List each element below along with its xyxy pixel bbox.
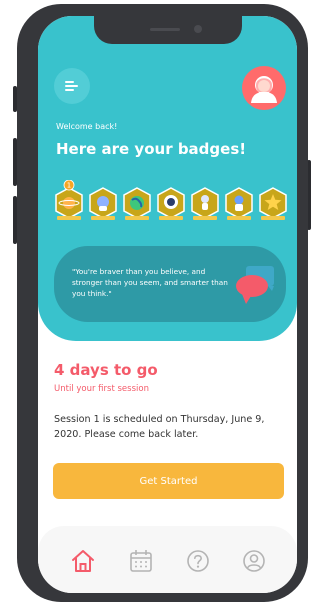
home-icon xyxy=(72,550,94,572)
menu-icon-line xyxy=(65,89,74,91)
menu-button[interactable] xyxy=(54,68,90,104)
nav-profile[interactable] xyxy=(241,548,267,574)
welcome-text: Welcome back! xyxy=(56,122,118,131)
help-icon xyxy=(187,550,209,572)
badge-row: 1 xyxy=(54,179,288,224)
nav-help[interactable] xyxy=(185,548,211,574)
countdown-subtitle: Until your first session xyxy=(54,384,149,394)
quote-text: "You're braver than you believe, and str… xyxy=(72,267,228,298)
svg-text:1: 1 xyxy=(67,182,71,190)
session-schedule-text: Session 1 is scheduled on Thursday, June… xyxy=(54,414,265,440)
badge-astronaut-walk xyxy=(191,187,219,220)
menu-icon-line xyxy=(65,85,78,87)
badges-strip: 1 xyxy=(55,179,287,220)
badge-astronaut xyxy=(89,187,117,220)
countdown-title: 4 days to go xyxy=(54,361,158,379)
page-title: Here are your badges! xyxy=(56,140,247,158)
nav-calendar[interactable] xyxy=(128,548,154,574)
user-avatar-icon xyxy=(251,76,277,103)
planet-badge-icon xyxy=(63,197,75,209)
profile-icon xyxy=(243,550,265,572)
chat-bubbles-icon xyxy=(236,266,274,304)
nav-home[interactable] xyxy=(70,548,96,574)
badge-notification: 1 xyxy=(63,179,75,191)
phone-notch xyxy=(94,16,242,44)
quote-card: "You're braver than you believe, and str… xyxy=(54,246,286,322)
menu-icon xyxy=(65,81,74,83)
app-screen: Welcome back! Here are your badges! 1 "Y… xyxy=(38,16,297,593)
bottom-nav xyxy=(38,526,297,593)
astronaut-walk-badge-icon xyxy=(201,195,209,203)
calendar-icon xyxy=(130,550,152,572)
spaceman-badge-icon xyxy=(234,195,244,205)
front-camera xyxy=(194,25,202,33)
badge-astronaut-face xyxy=(157,187,185,220)
badge-earth xyxy=(123,187,151,220)
badge-star xyxy=(259,187,287,220)
badge-planet xyxy=(55,187,83,220)
badge-spaceman xyxy=(225,187,253,220)
avatar-button[interactable] xyxy=(242,66,286,110)
get-started-button[interactable]: Get Started xyxy=(53,463,284,499)
speaker-grille xyxy=(150,28,180,31)
